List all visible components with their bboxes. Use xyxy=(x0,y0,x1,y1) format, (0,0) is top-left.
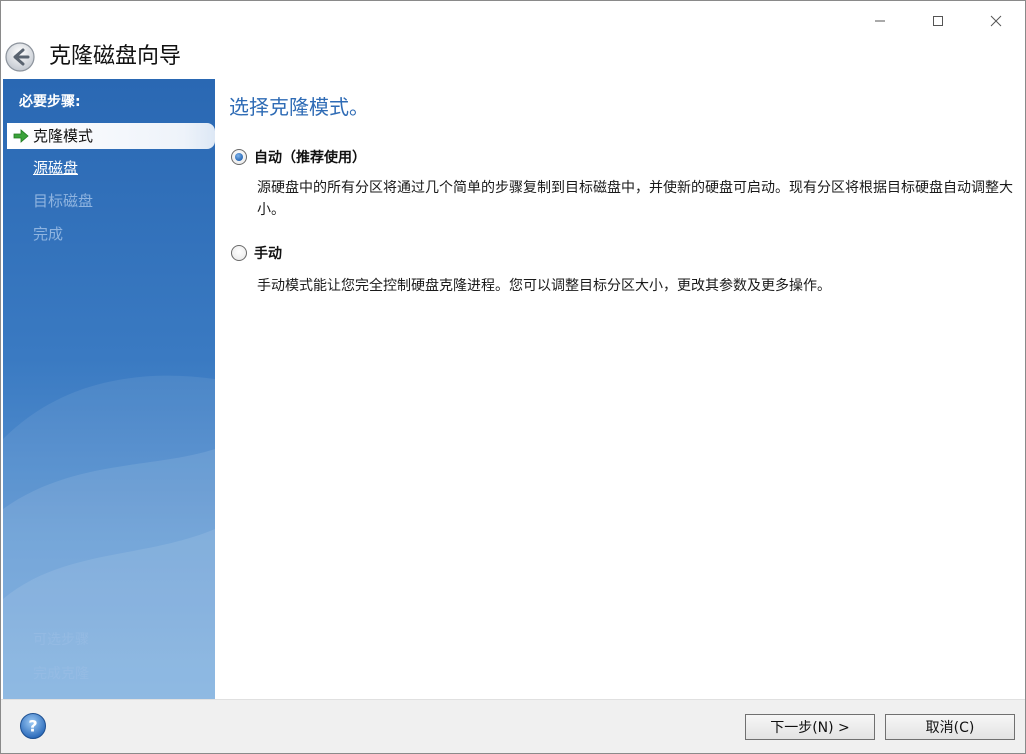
next-button[interactable]: 下一步(N) > xyxy=(745,714,875,740)
page-heading: 选择克隆模式。 xyxy=(229,95,369,119)
optional-steps-header: 可选步骤 xyxy=(33,632,89,648)
window-title: 克隆磁盘向导 xyxy=(49,44,182,69)
svg-text:?: ? xyxy=(28,717,37,736)
manual-mode-label: 手动 xyxy=(254,246,282,262)
clone-disk-wizard-window: 克隆磁盘向导 必要步骤: 克隆模式 源磁盘 目标磁盘 完成 可选步骤 完成克隆 … xyxy=(0,0,1026,754)
sidebar-item-source-disk[interactable]: 源磁盘 xyxy=(33,157,78,179)
manual-mode-description: 手动模式能让您完全控制硬盘克隆进程。您可以调整目标分区大小，更改其参数及更多操作… xyxy=(257,278,831,294)
maximize-icon xyxy=(933,16,943,26)
sidebar-item-complete-clone: 完成克隆 xyxy=(33,666,89,682)
maximize-button[interactable] xyxy=(909,1,967,41)
minimize-button[interactable] xyxy=(851,1,909,41)
window-controls xyxy=(851,1,1025,41)
back-button[interactable] xyxy=(4,41,36,73)
minimize-icon xyxy=(875,20,885,22)
close-icon xyxy=(990,15,1002,27)
auto-mode-description: 源硬盘中的所有分区将通过几个简单的步骤复制到目标磁盘中，并使新的硬盘可启动。现有… xyxy=(257,180,1013,218)
radio-unchecked-icon xyxy=(231,245,247,261)
sidebar-item-finish: 完成 xyxy=(33,225,64,243)
auto-mode-radio[interactable]: 自动（推荐使用） xyxy=(231,147,366,167)
close-button[interactable] xyxy=(967,1,1025,41)
sidebar-item-target-disk: 目标磁盘 xyxy=(33,192,94,210)
main-content: 选择克隆模式。 自动（推荐使用） 源硬盘中的所有分区将通过几个简单的步骤复制到目… xyxy=(215,79,1025,699)
green-arrow-icon xyxy=(13,129,29,143)
help-icon: ? xyxy=(20,713,46,739)
title-bar: 克隆磁盘向导 xyxy=(1,1,1025,79)
sidebar-item-label: 克隆模式 xyxy=(33,127,94,145)
sidebar-item-clone-mode[interactable]: 克隆模式 xyxy=(7,123,215,149)
cancel-button[interactable]: 取消(C) xyxy=(885,714,1015,740)
sidebar-steps: 必要步骤: 克隆模式 源磁盘 目标磁盘 完成 可选步骤 完成克隆 xyxy=(3,79,215,699)
help-button[interactable]: ? xyxy=(19,712,47,740)
footer-bar: ? 下一步(N) > 取消(C) xyxy=(1,699,1025,753)
back-arrow-icon xyxy=(5,42,35,72)
manual-mode-radio[interactable]: 手动 xyxy=(231,243,282,263)
auto-mode-label: 自动（推荐使用） xyxy=(254,150,366,166)
required-steps-header: 必要步骤: xyxy=(19,94,81,110)
radio-checked-icon xyxy=(231,149,247,165)
